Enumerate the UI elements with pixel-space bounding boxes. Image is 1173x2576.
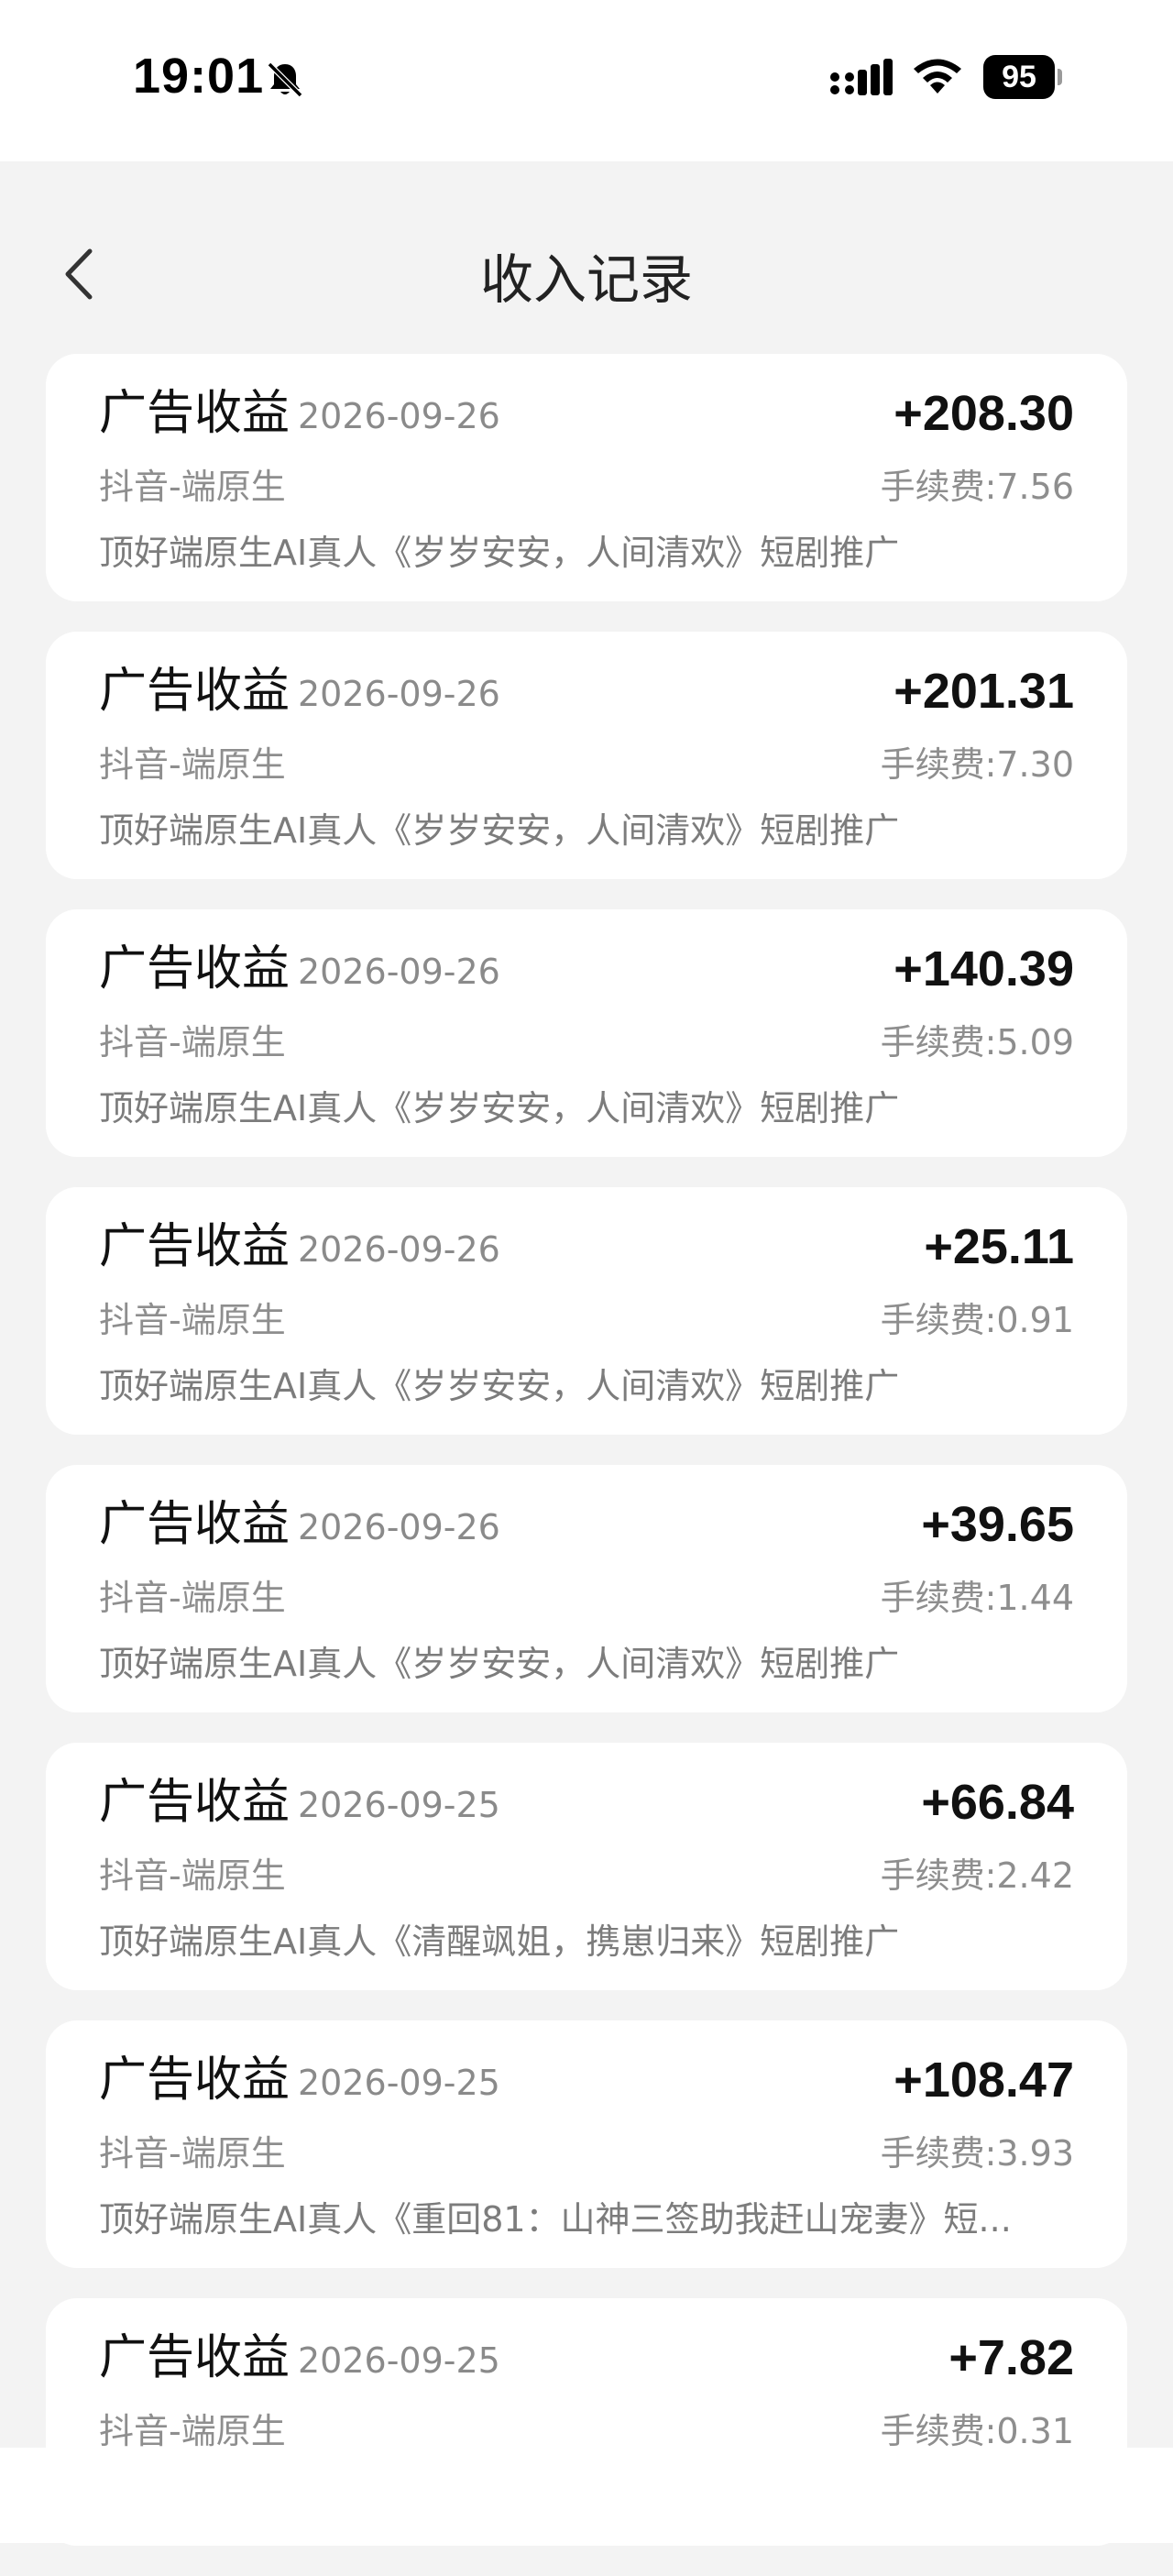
record-source: 抖音-端原生 <box>99 467 286 507</box>
record-date: 2026-09-25 <box>298 2340 500 2381</box>
record-amount: +25.11 <box>924 1219 1074 1274</box>
record-description: 顶好端原生AI真人《岁岁安安，人间清欢》短剧推广 <box>99 810 900 851</box>
record-source: 抖音-端原生 <box>99 1855 286 1896</box>
record-fee: 手续费:2.42 <box>880 1855 1074 1896</box>
record-date: 2026-09-26 <box>298 1229 500 1270</box>
record-date: 2026-09-26 <box>298 396 500 436</box>
record-fee: 手续费:1.44 <box>880 1578 1074 1618</box>
record-source: 抖音-端原生 <box>99 744 286 785</box>
record-amount: +208.30 <box>893 386 1074 441</box>
record-date: 2026-09-26 <box>298 1507 500 1547</box>
record-amount: +201.31 <box>893 664 1074 719</box>
bell-muted-icon <box>267 61 303 98</box>
record-date: 2026-09-26 <box>298 674 500 714</box>
record-fee: 手续费:7.30 <box>880 744 1074 785</box>
record-description: 顶好端原生AI真人《岁岁安安，人间清欢》短剧推广 <box>99 533 900 573</box>
record-card[interactable]: 广告收益 2026-09-26 +140.39 抖音-端原生 手续费:5.09 … <box>46 909 1127 1157</box>
record-date: 2026-09-26 <box>298 952 500 992</box>
record-description: 顶好端原生AI真人《岁岁安安，人间清欢》短剧推广 <box>99 1088 900 1128</box>
record-description: 顶好端原生AI真人《岁岁安安，人间清欢》短剧推广 <box>99 1366 900 1406</box>
record-source: 抖音-端原生 <box>99 2133 286 2174</box>
battery-level: 95 <box>983 55 1055 99</box>
page-title: 收入记录 <box>479 248 693 311</box>
record-title: 广告收益 <box>99 386 291 441</box>
record-card[interactable]: 广告收益 2026-09-26 +208.30 抖音-端原生 手续费:7.56 … <box>46 354 1127 601</box>
record-fee: 手续费:3.93 <box>880 2133 1074 2174</box>
record-title: 广告收益 <box>99 1497 291 1552</box>
record-source: 抖音-端原生 <box>99 1300 286 1340</box>
nav-bar: 收入记录 <box>0 161 1173 345</box>
record-description: 顶好端原生AI真人《清醒飒姐，携崽归来》短剧推广 <box>99 1921 900 1962</box>
record-title: 广告收益 <box>99 664 291 719</box>
battery-icon: 95 <box>983 55 1062 99</box>
record-title: 广告收益 <box>99 941 291 996</box>
record-source: 抖音-端原生 <box>99 1022 286 1062</box>
record-description: 顶好端原生AI真人《重回81：山神三签助我赶山宠妻》短... <box>99 2199 1012 2240</box>
record-title: 广告收益 <box>99 1775 291 1830</box>
record-title: 广告收益 <box>99 1219 291 1274</box>
record-fee: 手续费:5.09 <box>880 1022 1074 1062</box>
record-source: 抖音-端原生 <box>99 1578 286 1618</box>
record-amount: +66.84 <box>921 1775 1074 1830</box>
wifi-icon <box>914 59 961 94</box>
bottom-bar <box>0 2448 1173 2543</box>
record-list: 广告收益 2026-09-26 +208.30 抖音-端原生 手续费:7.56 … <box>46 354 1127 2576</box>
status-time: 19:01 <box>133 49 265 104</box>
record-date: 2026-09-25 <box>298 2063 500 2103</box>
status-bar: 19:01 95 <box>0 0 1173 161</box>
record-title: 广告收益 <box>99 2053 291 2108</box>
record-amount: +140.39 <box>893 941 1074 996</box>
record-fee: 手续费:0.91 <box>880 1300 1074 1340</box>
record-amount: +39.65 <box>921 1497 1074 1552</box>
record-card[interactable]: 广告收益 2026-09-25 +108.47 抖音-端原生 手续费:3.93 … <box>46 2020 1127 2268</box>
record-card[interactable]: 广告收益 2026-09-26 +201.31 抖音-端原生 手续费:7.30 … <box>46 632 1127 879</box>
record-date: 2026-09-25 <box>298 1785 500 1825</box>
cellular-signal-icon <box>830 59 893 95</box>
record-card[interactable]: 广告收益 2026-09-26 +25.11 抖音-端原生 手续费:0.91 顶… <box>46 1187 1127 1435</box>
record-title: 广告收益 <box>99 2330 291 2385</box>
record-fee: 手续费:7.56 <box>880 467 1074 507</box>
record-card[interactable]: 广告收益 2026-09-26 +39.65 抖音-端原生 手续费:1.44 顶… <box>46 1465 1127 1712</box>
record-description: 顶好端原生AI真人《岁岁安安，人间清欢》短剧推广 <box>99 1644 900 1684</box>
battery-tip <box>1058 69 1062 85</box>
record-card[interactable]: 广告收益 2026-09-25 +66.84 抖音-端原生 手续费:2.42 顶… <box>46 1743 1127 1990</box>
record-amount: +7.82 <box>948 2330 1074 2385</box>
record-amount: +108.47 <box>893 2053 1074 2108</box>
